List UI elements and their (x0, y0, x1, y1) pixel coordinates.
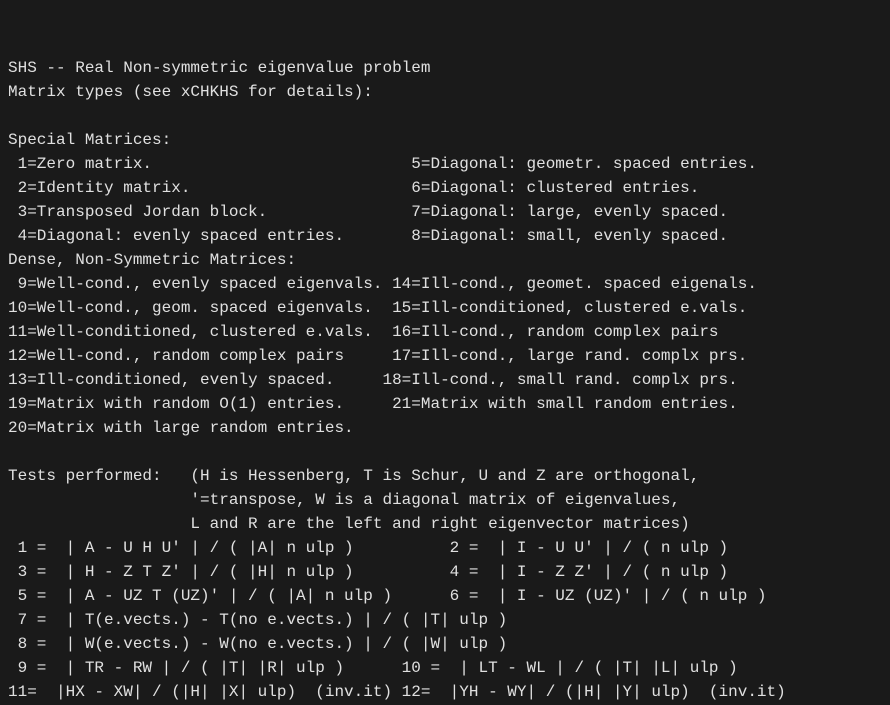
special-header: Special Matrices: (8, 131, 171, 149)
title-line: SHS -- Real Non-symmetric eigenvalue pro… (8, 59, 430, 77)
test-row: 11= |HX - XW| / (|H| |X| ulp) (inv.it) 1… (8, 683, 786, 701)
matrix-type-row: 12=Well-cond., random complex pairs 17=I… (8, 347, 747, 365)
matrix-type-row: 3=Transposed Jordan block. 7=Diagonal: l… (8, 203, 728, 221)
test-row: 7 = | T(e.vects.) - T(no e.vects.) | / (… (8, 611, 507, 629)
matrix-type-row: 9=Well-cond., evenly spaced eigenvals. 1… (8, 275, 757, 293)
matrix-type-row: 11=Well-conditioned, clustered e.vals. 1… (8, 323, 719, 341)
tests-line3: L and R are the left and right eigenvect… (8, 515, 690, 533)
test-row: 3 = | H - Z T Z' | / ( |H| n ulp ) 4 = |… (8, 563, 728, 581)
tests-header: Tests performed: (H is Hessenberg, T is … (8, 467, 699, 485)
test-row: 9 = | TR - RW | / ( |T| |R| ulp ) 10 = |… (8, 659, 738, 677)
matrix-type-row: 2=Identity matrix. 6=Diagonal: clustered… (8, 179, 699, 197)
matrix-type-row: 1=Zero matrix. 5=Diagonal: geometr. spac… (8, 155, 757, 173)
matrix-type-row: 4=Diagonal: evenly spaced entries. 8=Dia… (8, 227, 728, 245)
tests-line2: '=transpose, W is a diagonal matrix of e… (8, 491, 680, 509)
test-row: 8 = | W(e.vects.) - W(no e.vects.) | / (… (8, 635, 507, 653)
test-row: 1 = | A - U H U' | / ( |A| n ulp ) 2 = |… (8, 539, 728, 557)
subtitle-line: Matrix types (see xCHKHS for details): (8, 83, 373, 101)
test-row: 5 = | A - UZ T (UZ)' | / ( |A| n ulp ) 6… (8, 587, 767, 605)
matrix-type-row: 10=Well-cond., geom. spaced eigenvals. 1… (8, 299, 747, 317)
matrix-type-row: 20=Matrix with large random entries. (8, 419, 354, 437)
matrix-type-row: 13=Ill-conditioned, evenly spaced. 18=Il… (8, 371, 738, 389)
matrix-type-row: 19=Matrix with random O(1) entries. 21=M… (8, 395, 738, 413)
dense-header: Dense, Non-Symmetric Matrices: (8, 251, 296, 269)
